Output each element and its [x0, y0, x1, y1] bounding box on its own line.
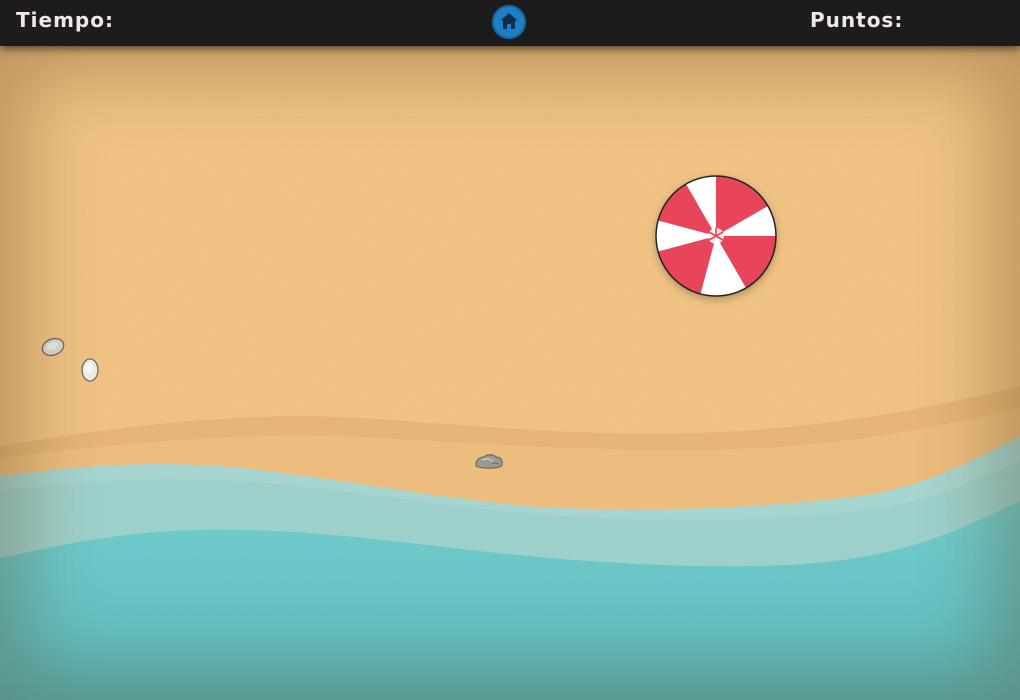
time-label: Tiempo:: [16, 8, 114, 32]
home-icon: [500, 13, 518, 29]
top-bar: Tiempo: Puntos:: [0, 0, 1020, 46]
score-label: Puntos:: [810, 8, 904, 32]
beach-scene: [0, 46, 1020, 700]
rock-icon[interactable]: [473, 451, 505, 471]
shell-icon[interactable]: [40, 336, 66, 358]
shell-icon[interactable]: [80, 357, 100, 383]
home-button[interactable]: [492, 5, 526, 39]
beach-ball[interactable]: [654, 174, 778, 298]
beach-background: [0, 46, 1020, 700]
